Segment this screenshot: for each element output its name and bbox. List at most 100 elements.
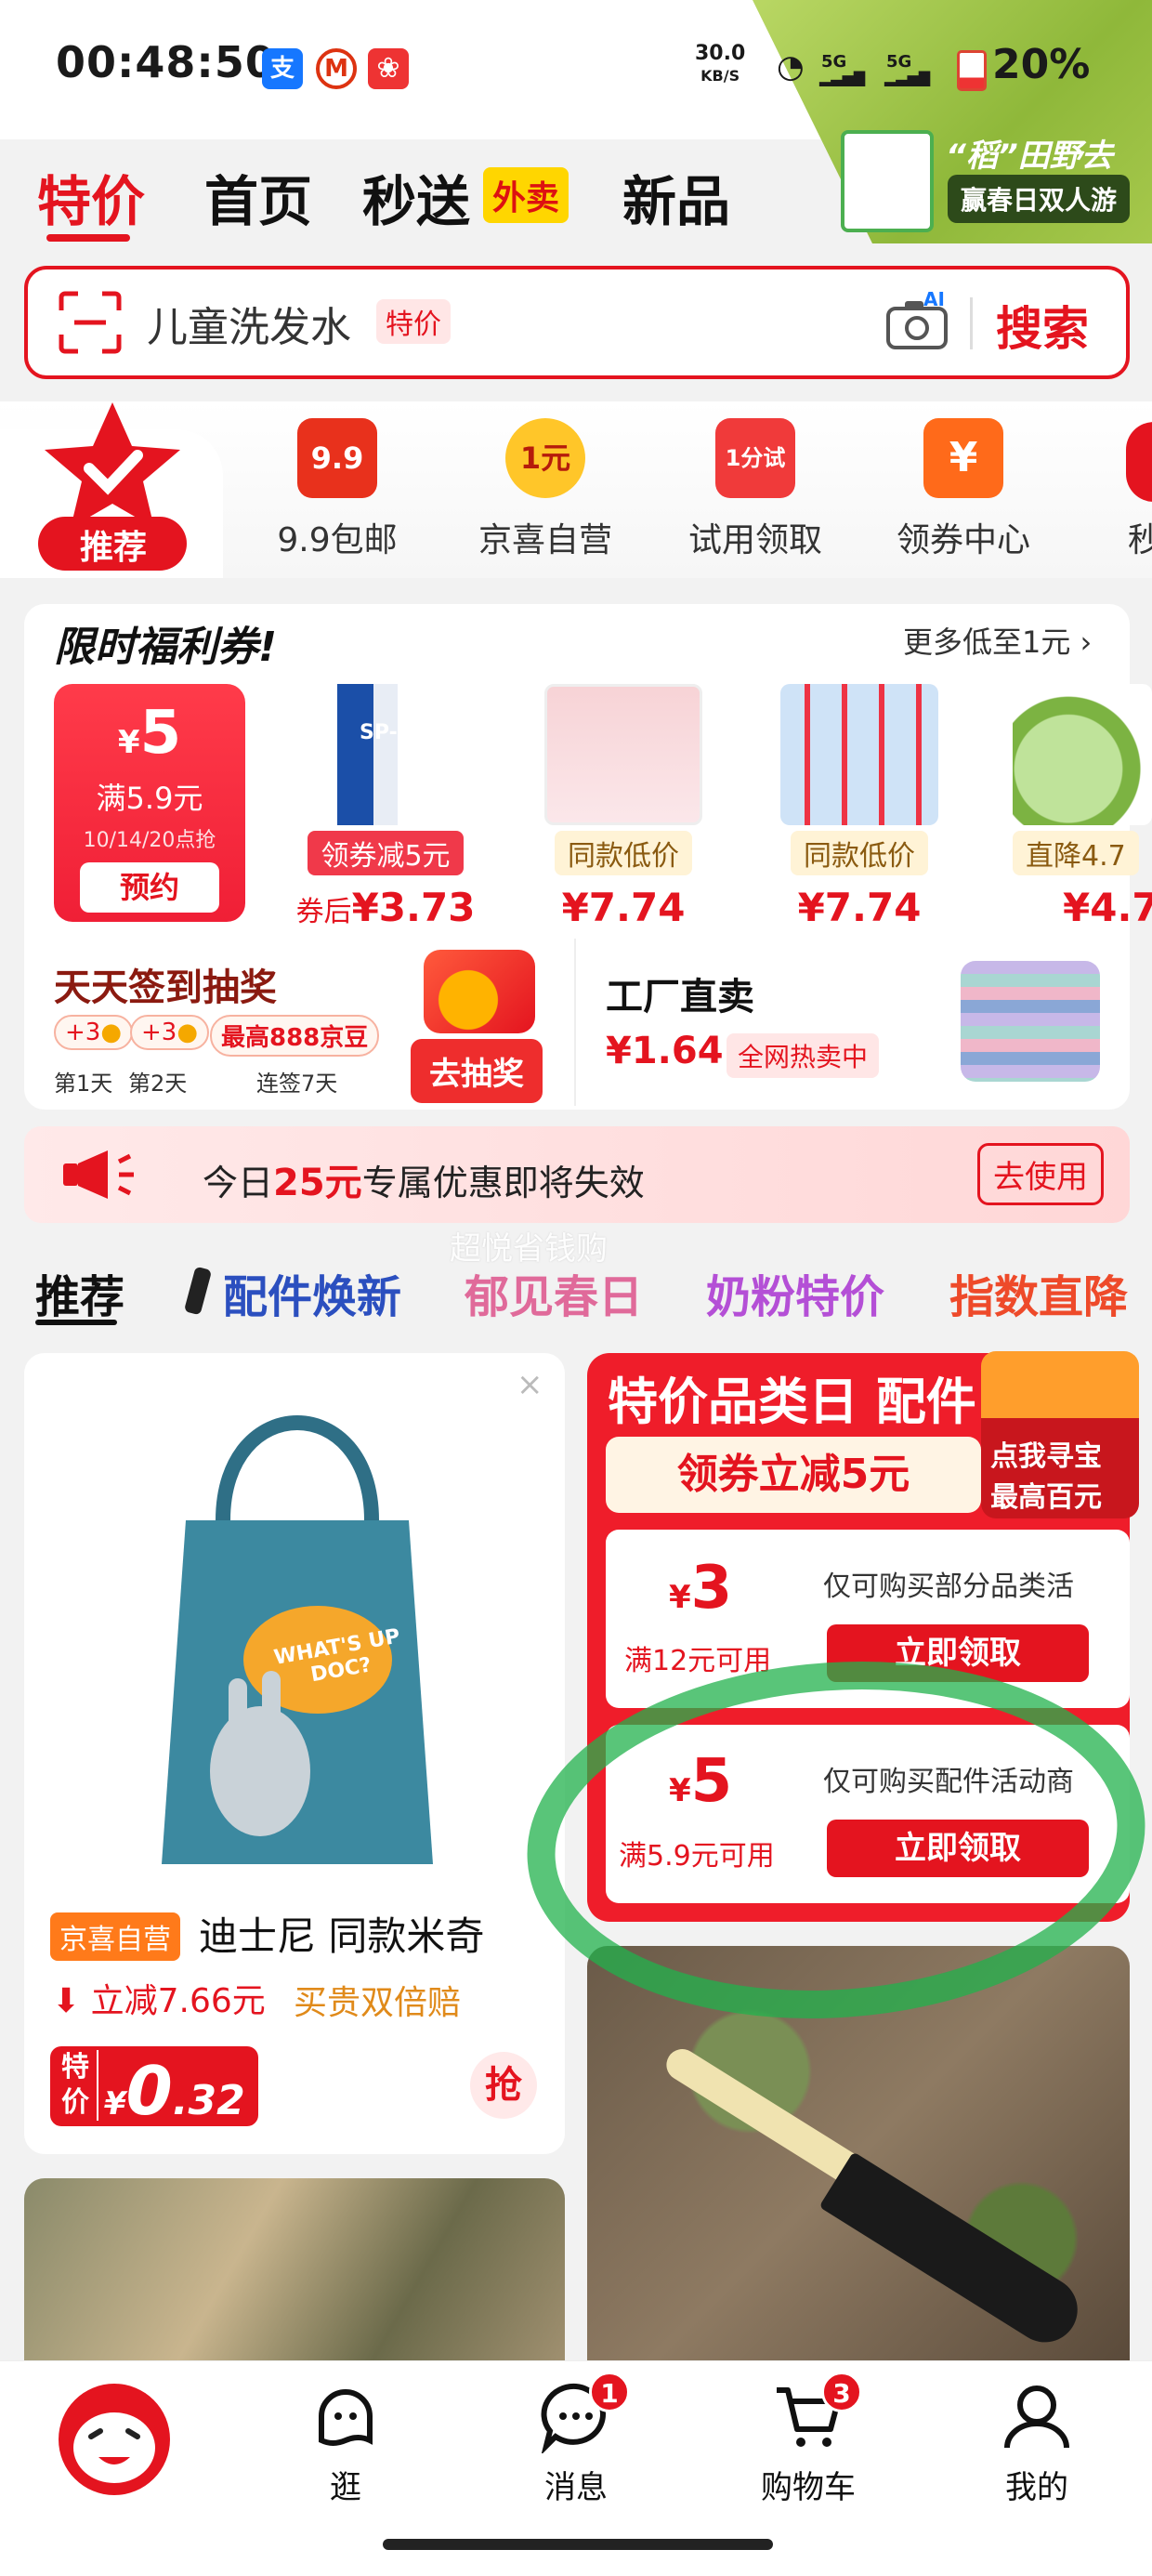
coupon-1-symbol: ¥ <box>669 1579 691 1616</box>
welfare-product-1[interactable]: SP-4 领券减5元 券后¥3.73 <box>288 684 483 930</box>
tab-new[interactable]: 新品 <box>622 158 730 236</box>
welfare-product-4[interactable]: 直降4.7 ¥4.7 <box>1013 684 1152 930</box>
nav-label: 逛 <box>330 2469 361 2506</box>
feed-tab-milk[interactable]: 奶粉特价 <box>706 1260 884 1325</box>
product-image <box>780 684 938 825</box>
megaphone-icon <box>63 1150 134 1199</box>
active-tab-indicator <box>46 234 130 242</box>
signin-pill-1: +3● <box>54 1015 134 1050</box>
product-tag: 直降4.7 <box>1013 831 1139 875</box>
cart-badge: 3 <box>821 2372 862 2412</box>
nav-stroll[interactable]: 逛 <box>281 2379 411 2507</box>
jd-mascot-icon[interactable] <box>54 2379 175 2500</box>
coupon-1-amount: ¥3 <box>669 1554 732 1623</box>
factory-price: ¥1.64 <box>606 1030 724 1072</box>
signin-pill-max: 最高888京豆 <box>210 1015 380 1057</box>
signin-title: 天天签到抽奖 <box>54 966 277 1009</box>
lottery-button[interactable]: 去抽奖 <box>411 1039 543 1103</box>
alert-amount: 25元 <box>273 1162 362 1204</box>
promo-product-image <box>841 130 934 232</box>
network-speed: 30.0 KB/S <box>695 43 745 87</box>
product-price: ¥7.74 <box>797 885 922 930</box>
battery-percent: 20% <box>992 41 1091 88</box>
coupon-symbol: ¥ <box>117 724 140 761</box>
feed-tab-spring[interactable]: 郁见春日 <box>465 1260 643 1325</box>
category-99[interactable]: 9.9 9.9包邮 <box>268 418 407 561</box>
category-jingxi-icon: 1元 <box>505 418 585 498</box>
promo-title: “稻”田野去 <box>946 138 1113 175</box>
product-title: 迪士尼 同款米奇 <box>199 1913 485 1959</box>
feed-tab-index-drop[interactable]: 指数直降 <box>949 1260 1128 1325</box>
home-indicator[interactable] <box>383 2539 773 2550</box>
scan-icon[interactable] <box>58 290 123 355</box>
category-label: 领券中心 <box>896 521 1030 559</box>
category-jingxi[interactable]: 1元 京喜自营 <box>476 418 615 561</box>
category-more-label[interactable]: 秒 <box>1128 513 1152 561</box>
brand-tag: 京喜自营 <box>50 1912 180 1961</box>
category-trial[interactable]: 1分试 试用领取 <box>686 418 825 561</box>
tab-tejia[interactable]: 特价 <box>37 158 145 236</box>
treasure-line-1: 点我寻宝 <box>990 1440 1102 1473</box>
ai-label: AI <box>923 288 945 310</box>
messages-badge: 1 <box>589 2372 630 2412</box>
price-prefix: 券后 <box>295 896 352 928</box>
factory-product-image[interactable] <box>961 961 1100 1082</box>
category-day-title: 特价品类日 配件 <box>608 1373 976 1431</box>
signin-day-2: 第2天 <box>128 1071 188 1097</box>
app-screen: “稻”田野去 赢春日双人游 00:48:50 支 M ❀ 30.0 KB/S ◔… <box>0 0 1152 2576</box>
reserve-button[interactable]: 预约 <box>80 862 219 913</box>
treasure-line-2: 最高百元 <box>990 1481 1102 1514</box>
category-coupon-center[interactable]: ¥ 领券中心 <box>894 418 1033 561</box>
search-tag: 特价 <box>376 299 451 344</box>
alert-text: 今日25元专属优惠即将失效 <box>203 1152 645 1206</box>
signal-bars-1: ▂▃▅▇ <box>819 69 866 86</box>
category-label: 京喜自营 <box>478 521 612 559</box>
red-envelope-icon <box>424 950 535 1033</box>
welfare-product-3[interactable]: 同款低价 ¥7.74 <box>762 684 957 930</box>
guarantee-text: 买贵双倍赔 <box>294 1984 462 2022</box>
promo-button[interactable]: 赢春日双人游 <box>948 175 1131 223</box>
product-tag: 同款低价 <box>791 831 928 875</box>
grab-button[interactable]: 抢 <box>470 2052 537 2119</box>
product-image <box>1013 684 1152 825</box>
search-button[interactable]: 搜索 <box>996 292 1089 359</box>
factory-tag: 全网热卖中 <box>727 1033 880 1078</box>
welfare-title: 限时福利券! <box>54 624 278 671</box>
welfare-coupon[interactable]: ¥5 满5.9元 10/14/20点抢 预约 <box>54 684 245 922</box>
coupon-banner: 领券立减5元 <box>606 1437 981 1513</box>
wifi-icon: ◔ <box>777 48 805 85</box>
welfare-product-2[interactable]: 同款低价 ¥7.74 <box>526 684 721 930</box>
search-query[interactable]: 儿童洗发水 <box>147 294 351 353</box>
product-image: SP-4 <box>325 684 446 825</box>
price-int: 0 <box>125 2052 173 2130</box>
alipay-icon: 支 <box>262 48 303 89</box>
category-label: 9.9包邮 <box>277 521 398 559</box>
price-dec: .32 <box>172 2077 245 2124</box>
tab-miaosong[interactable]: 秒送 <box>362 158 470 236</box>
category-label: 试用领取 <box>687 521 822 559</box>
product-tag: 领券减5元 <box>308 831 464 875</box>
status-time: 00:48:50 <box>56 37 276 87</box>
tab-home[interactable]: 首页 <box>204 158 312 236</box>
feed-tab-recommend[interactable]: 推荐 <box>35 1260 124 1325</box>
feed-tab-accessory[interactable]: 配件焕新 <box>223 1260 401 1325</box>
treasure-text[interactable]: 点我寻宝 最高百元 <box>990 1437 1102 1518</box>
use-now-button[interactable]: 去使用 <box>977 1143 1104 1205</box>
category-trial-icon: 1分试 <box>715 418 795 498</box>
product-price: ¥0.32 <box>104 2052 245 2130</box>
category-label-recommend[interactable]: 推荐 <box>80 520 147 569</box>
alert-pre: 今日 <box>203 1163 274 1203</box>
coupon-1-value: 3 <box>690 1554 733 1623</box>
close-icon[interactable]: × <box>517 1366 543 1403</box>
section-divider <box>574 939 576 1106</box>
signin-day-1: 第1天 <box>54 1071 113 1097</box>
product-tag: 同款低价 <box>555 831 692 875</box>
nav-me[interactable]: 我的 <box>972 2379 1102 2507</box>
battery-icon <box>957 50 987 91</box>
welfare-more-link[interactable]: 更多低至1元 › <box>903 619 1092 662</box>
price-symbol: ¥ <box>104 2085 126 2123</box>
waimai-tag: 外卖 <box>483 167 569 223</box>
accessory-icon <box>183 1266 213 1316</box>
product-image <box>544 684 702 825</box>
product-card-2-image[interactable] <box>24 2178 565 2364</box>
